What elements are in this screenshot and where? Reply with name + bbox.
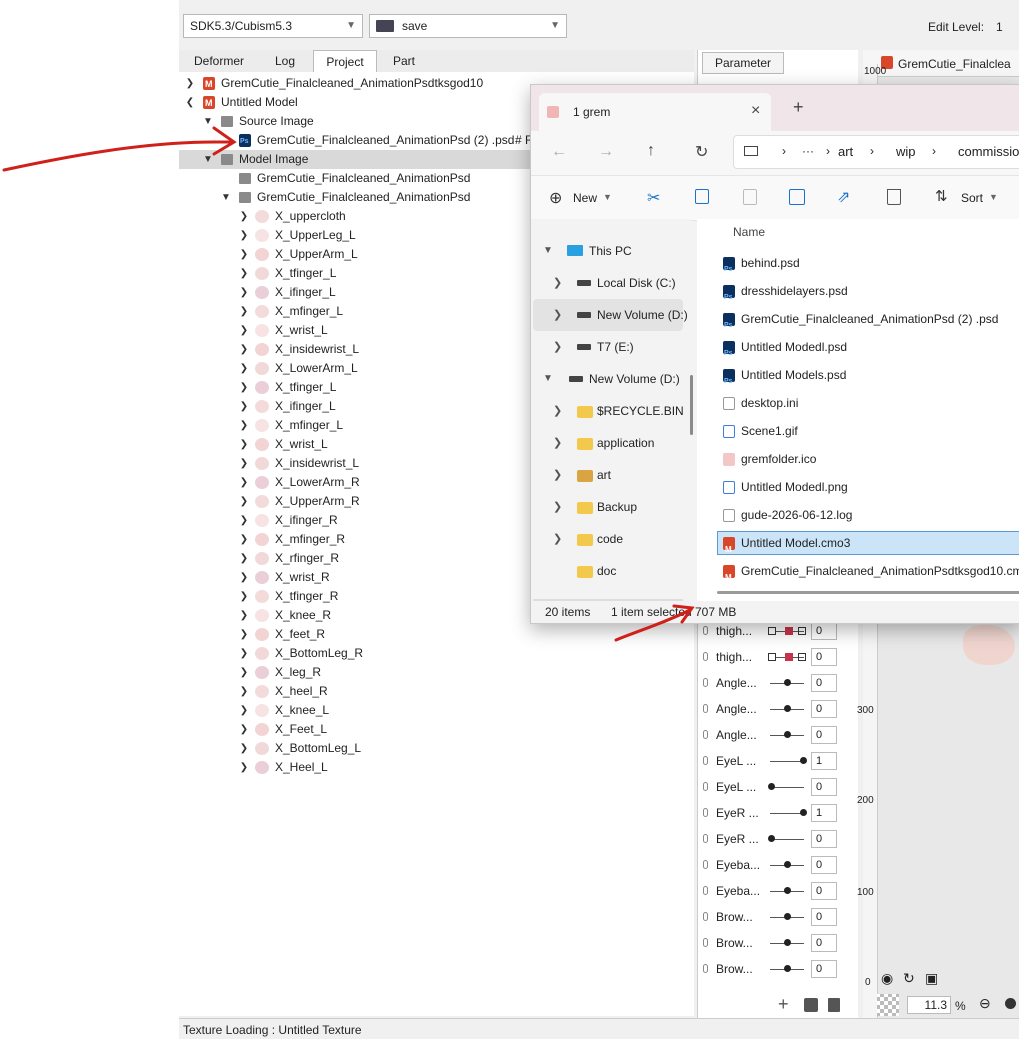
annotation-layer bbox=[2, 126, 695, 642]
annotation-arrow-source-file bbox=[2, 126, 237, 172]
annotation-arrow-size bbox=[614, 604, 695, 642]
